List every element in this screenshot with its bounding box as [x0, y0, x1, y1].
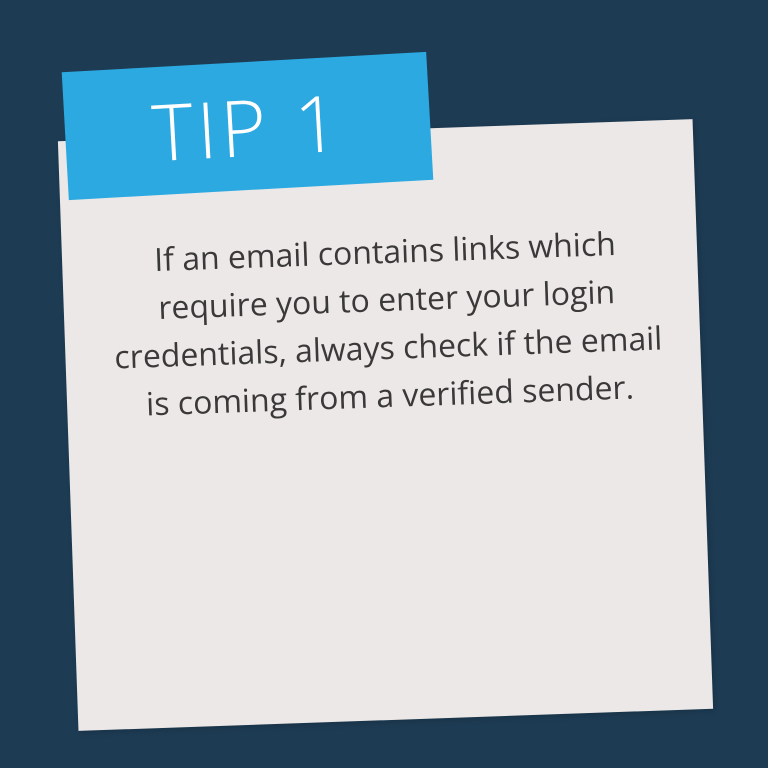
tip-badge-label: TIP 1	[149, 68, 346, 184]
tip-body-text: If an email contains links which require…	[97, 218, 678, 430]
tip-badge: TIP 1	[62, 52, 434, 200]
